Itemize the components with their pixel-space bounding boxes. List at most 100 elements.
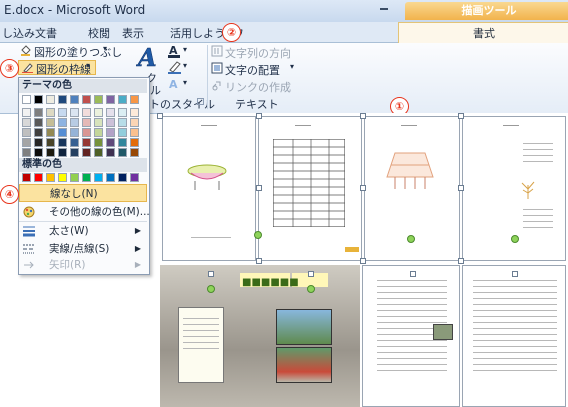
theme-tint-swatch[interactable] — [58, 138, 67, 147]
theme-tint-swatch[interactable] — [94, 118, 103, 127]
create-link-button[interactable]: リンクの作成 — [225, 79, 291, 95]
theme-tint-swatch[interactable] — [70, 148, 79, 157]
theme-tint-swatch[interactable] — [94, 138, 103, 147]
tab-format[interactable]: 書式 — [398, 22, 568, 44]
theme-tint-swatch[interactable] — [106, 138, 115, 147]
rotation-handle[interactable] — [207, 285, 215, 293]
theme-tint-swatch[interactable] — [118, 148, 127, 157]
chevron-down-icon[interactable]: ▾ — [183, 61, 187, 70]
theme-tint-swatch[interactable] — [58, 118, 67, 127]
theme-tint-swatch[interactable] — [82, 148, 91, 157]
theme-tint-swatch[interactable] — [82, 138, 91, 147]
theme-tint-swatch[interactable] — [82, 108, 91, 117]
theme-color-swatch[interactable] — [130, 95, 139, 104]
standard-color-swatch[interactable] — [58, 173, 67, 182]
theme-tint-swatch[interactable] — [46, 138, 55, 147]
theme-color-swatch[interactable] — [70, 95, 79, 104]
theme-tint-swatch[interactable] — [34, 118, 43, 127]
theme-tint-swatch[interactable] — [118, 128, 127, 137]
selection-handle[interactable] — [256, 258, 262, 264]
selection-handle[interactable] — [208, 271, 214, 277]
selection-handle[interactable] — [360, 113, 366, 119]
theme-tint-swatch[interactable] — [22, 138, 31, 147]
theme-color-swatch[interactable] — [82, 95, 91, 104]
rotation-handle[interactable] — [407, 235, 415, 243]
chevron-down-icon[interactable]: ▾ — [103, 44, 107, 53]
theme-tint-swatch[interactable] — [22, 108, 31, 117]
theme-color-swatch[interactable] — [58, 95, 67, 104]
standard-color-swatch[interactable] — [70, 173, 79, 182]
chevron-down-icon[interactable]: ▾ — [183, 45, 187, 54]
standard-color-swatch[interactable] — [130, 173, 139, 182]
theme-tint-swatch[interactable] — [94, 128, 103, 137]
rotation-handle[interactable] — [254, 231, 262, 239]
weight-item[interactable]: 太さ(W) ▶ — [19, 222, 147, 240]
theme-tint-swatch[interactable] — [94, 108, 103, 117]
selection-handle[interactable] — [458, 258, 464, 264]
text-align-button[interactable]: 文字の配置 — [225, 62, 280, 78]
rotation-handle[interactable] — [307, 285, 315, 293]
theme-tint-swatch[interactable] — [34, 128, 43, 137]
theme-tint-swatch[interactable] — [34, 108, 43, 117]
theme-tint-swatch[interactable] — [130, 128, 139, 137]
theme-tint-swatch[interactable] — [130, 138, 139, 147]
selection-handle[interactable] — [256, 185, 262, 191]
selection-handle[interactable] — [410, 271, 416, 277]
selection-handle[interactable] — [360, 258, 366, 264]
theme-tint-swatch[interactable] — [70, 108, 79, 117]
tab-view[interactable]: 表示 — [122, 25, 144, 41]
no-outline-item[interactable]: 線なし(N) — [19, 184, 147, 202]
theme-tint-swatch[interactable] — [130, 148, 139, 157]
standard-color-swatch[interactable] — [46, 173, 55, 182]
theme-tint-swatch[interactable] — [46, 128, 55, 137]
theme-tint-swatch[interactable] — [118, 118, 127, 127]
tab-mailings[interactable]: し込み文書 — [2, 25, 57, 41]
standard-color-swatch[interactable] — [94, 173, 103, 182]
theme-color-swatch[interactable] — [34, 95, 43, 104]
standard-color-swatch[interactable] — [118, 173, 127, 182]
theme-tint-swatch[interactable] — [130, 108, 139, 117]
text-outline-icon[interactable] — [168, 60, 182, 74]
more-outline-colors-item[interactable]: その他の線の色(M)... — [19, 203, 150, 221]
rotation-handle[interactable] — [511, 235, 519, 243]
chevron-down-icon[interactable]: ▾ — [183, 78, 187, 87]
theme-tint-swatch[interactable] — [106, 118, 115, 127]
selection-handle[interactable] — [308, 271, 314, 277]
theme-tint-swatch[interactable] — [106, 108, 115, 117]
theme-tint-swatch[interactable] — [46, 148, 55, 157]
selection-handle[interactable] — [256, 113, 262, 119]
theme-tint-swatch[interactable] — [130, 118, 139, 127]
theme-tint-swatch[interactable] — [34, 148, 43, 157]
theme-tint-swatch[interactable] — [118, 108, 127, 117]
theme-tint-swatch[interactable] — [94, 148, 103, 157]
selection-handle[interactable] — [458, 185, 464, 191]
text-direction-button[interactable]: 文字列の方向 — [225, 45, 291, 61]
theme-tint-swatch[interactable] — [106, 148, 115, 157]
theme-tint-swatch[interactable] — [106, 128, 115, 137]
align-text-icon[interactable] — [211, 62, 223, 74]
standard-color-swatch[interactable] — [34, 173, 43, 182]
theme-tint-swatch[interactable] — [46, 118, 55, 127]
text-fill-icon[interactable]: A — [168, 44, 182, 58]
theme-tint-swatch[interactable] — [70, 118, 79, 127]
standard-color-swatch[interactable] — [106, 173, 115, 182]
theme-tint-swatch[interactable] — [118, 138, 127, 147]
selection-handle[interactable] — [360, 185, 366, 191]
theme-color-swatch[interactable] — [46, 95, 55, 104]
theme-tint-swatch[interactable] — [70, 128, 79, 137]
theme-color-swatch[interactable] — [106, 95, 115, 104]
theme-tint-swatch[interactable] — [46, 108, 55, 117]
dialog-launcher-icon[interactable] — [197, 98, 204, 105]
theme-tint-swatch[interactable] — [58, 108, 67, 117]
theme-color-swatch[interactable] — [22, 95, 31, 104]
standard-color-swatch[interactable] — [22, 173, 31, 182]
selection-handle[interactable] — [157, 113, 163, 119]
theme-tint-swatch[interactable] — [82, 118, 91, 127]
theme-tint-swatch[interactable] — [34, 138, 43, 147]
theme-color-swatch[interactable] — [94, 95, 103, 104]
shape-fill-button[interactable]: 図形の塗りつぶし — [34, 44, 122, 60]
text-effects-icon[interactable]: A — [168, 77, 182, 91]
selection-handle[interactable] — [512, 271, 518, 277]
theme-tint-swatch[interactable] — [82, 128, 91, 137]
link-icon[interactable] — [211, 79, 223, 91]
